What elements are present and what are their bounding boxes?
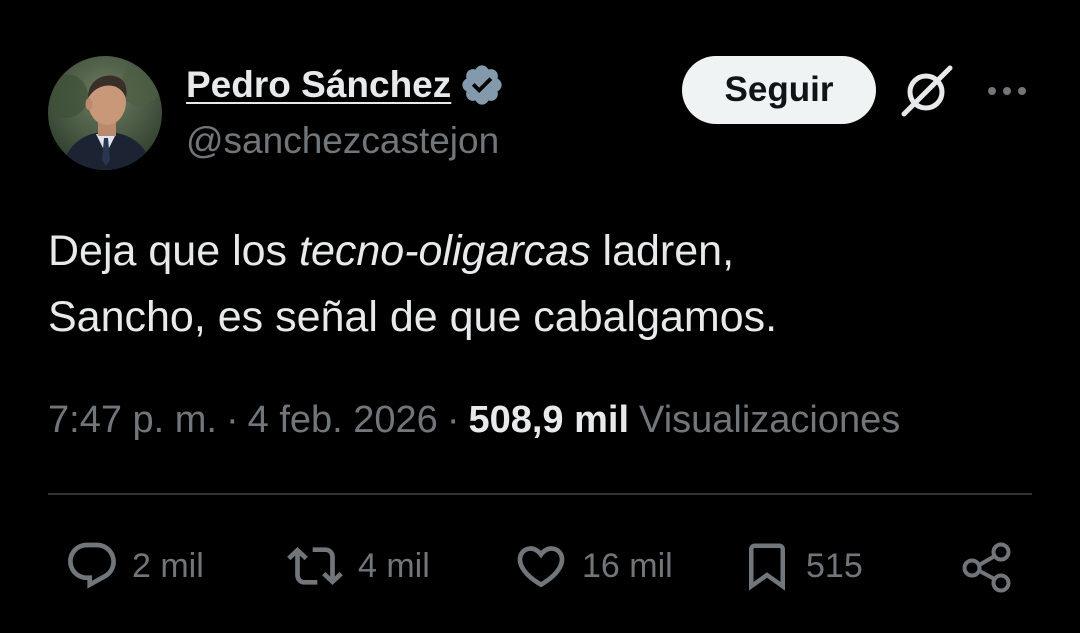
tweet-text-italic: tecno-oligarcas	[299, 227, 591, 275]
tweet-meta: 7:47 p. m. · 4 feb. 2026 · 508,9 mil Vis…	[48, 394, 900, 446]
follow-button[interactable]: Seguir	[682, 56, 876, 124]
tweet-text-line-1: Deja que los tecno-oligarcas ladren,	[48, 218, 1038, 284]
retweet-icon	[287, 547, 343, 585]
reply-button[interactable]: 2 mil	[64, 536, 204, 596]
tweet-container: Pedro Sánchez @sanchezcastejon Seguir De…	[0, 0, 1080, 633]
tweet-text-line-2: Sancho, es señal de que cabalgamos.	[48, 293, 778, 341]
author-name-row: Pedro Sánchez	[186, 62, 505, 108]
tweet-text-part-2: ladren,	[590, 227, 735, 275]
verified-badge-icon	[459, 62, 505, 108]
user-avatar-icon	[48, 56, 162, 170]
share-button[interactable]	[958, 536, 1018, 596]
more-options-icon[interactable]	[984, 78, 1030, 104]
grok-icon[interactable]	[898, 64, 956, 118]
tweet-text: Deja que los tecno-oligarcas ladren, San…	[48, 218, 1038, 350]
bookmark-icon	[749, 543, 785, 591]
views-label: Visualizaciones	[639, 398, 901, 441]
reply-count: 2 mil	[132, 546, 204, 585]
meta-separator: ·	[446, 398, 460, 441]
like-button[interactable]: 16 mil	[512, 536, 673, 596]
bookmark-count: 515	[806, 546, 863, 585]
like-count: 16 mil	[582, 546, 673, 585]
divider	[48, 493, 1032, 495]
avatar[interactable]	[48, 56, 162, 170]
views-count[interactable]: 508,9 mil	[468, 399, 629, 442]
reply-icon	[68, 542, 116, 589]
retweet-count: 4 mil	[358, 546, 430, 585]
tweet-time[interactable]: 7:47 p. m.	[48, 399, 217, 442]
author-display-name[interactable]: Pedro Sánchez	[186, 64, 451, 106]
tweet-date[interactable]: 4 feb. 2026	[248, 399, 438, 442]
meta-separator: ·	[225, 398, 239, 441]
bookmark-button[interactable]: 515	[740, 536, 863, 596]
heart-icon	[517, 546, 565, 588]
author-handle[interactable]: @sanchezcastejon	[186, 120, 499, 162]
retweet-button[interactable]: 4 mil	[284, 536, 430, 596]
tweet-text-part-1: Deja que los	[48, 227, 299, 275]
share-icon	[962, 542, 1011, 593]
